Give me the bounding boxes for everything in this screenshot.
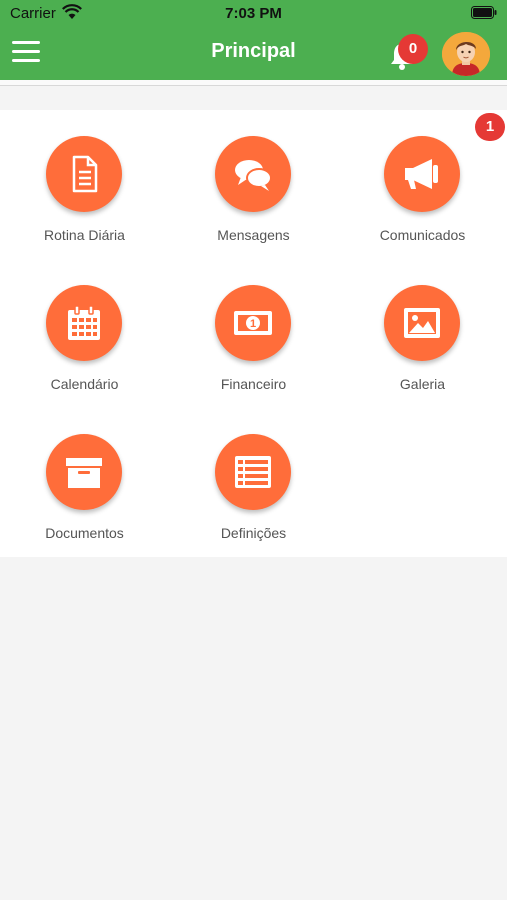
tile-label: Documentos bbox=[45, 525, 124, 541]
battery-icon bbox=[471, 6, 497, 19]
tile-comunicados[interactable]: Comunicados bbox=[338, 110, 507, 243]
notification-count-badge: 0 bbox=[398, 34, 428, 64]
tile-label: Galeria bbox=[399, 376, 446, 392]
megaphone-icon bbox=[405, 159, 438, 189]
tile-label: Definições bbox=[220, 525, 287, 541]
banknote-icon: 1 bbox=[234, 311, 272, 335]
tile-calendario[interactable]: Calendário bbox=[0, 259, 169, 392]
svg-text:1: 1 bbox=[250, 318, 256, 330]
nav-bar: Principal 0 bbox=[0, 28, 507, 80]
tile-galeria[interactable]: Galeria bbox=[338, 259, 507, 392]
tile-icon-circle bbox=[215, 136, 291, 212]
tile-financeiro[interactable]: 1 Financeiro bbox=[169, 259, 338, 392]
page-title: Principal bbox=[211, 40, 296, 62]
tile-icon-circle bbox=[215, 434, 291, 510]
header-divider bbox=[0, 80, 507, 86]
image-icon bbox=[404, 308, 440, 338]
tile-label: Financeiro bbox=[220, 376, 287, 392]
chat-bubbles-icon bbox=[235, 160, 272, 191]
tile-label: Mensagens bbox=[217, 227, 290, 243]
tile-icon-circle bbox=[384, 285, 460, 361]
tile-documentos[interactable]: Documentos bbox=[0, 408, 169, 541]
user-avatar-icon bbox=[442, 32, 490, 76]
clock: 7:03 PM bbox=[225, 5, 282, 22]
tile-icon-circle bbox=[46, 136, 122, 212]
tile-definicoes[interactable]: Definições bbox=[169, 408, 338, 541]
status-bar: Carrier 7:03 PM bbox=[0, 0, 507, 28]
tile-label: Calendário bbox=[50, 376, 119, 392]
tile-label: Comunicados bbox=[379, 227, 466, 243]
tile-icon-circle: 1 bbox=[215, 285, 291, 361]
tile-icon-circle bbox=[384, 136, 460, 212]
tile-rotina-diaria[interactable]: Rotina Diária bbox=[0, 110, 169, 243]
document-icon bbox=[72, 155, 98, 193]
tile-mensagens[interactable]: Mensagens bbox=[169, 110, 338, 243]
list-icon bbox=[235, 456, 271, 488]
tile-icon-circle bbox=[46, 434, 122, 510]
avatar[interactable] bbox=[442, 32, 490, 76]
archive-box-icon bbox=[66, 458, 102, 488]
calendar-icon bbox=[68, 305, 100, 340]
tile-icon-circle bbox=[46, 285, 122, 361]
tile-label: Rotina Diária bbox=[44, 227, 125, 243]
